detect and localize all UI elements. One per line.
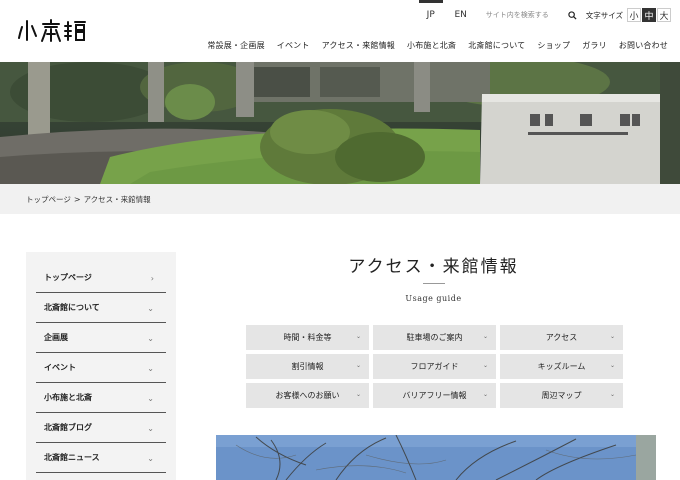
sidebar-item-news[interactable]: 北斎館ニュース ⌄	[36, 443, 166, 473]
font-size-medium-button[interactable]: 中	[642, 8, 656, 22]
chevron-down-icon: ⌄	[147, 304, 154, 313]
sidebar-item-blog[interactable]: 北斎館ブログ ⌄	[36, 413, 166, 443]
breadcrumb-current: アクセス・来館情報	[83, 194, 151, 204]
sidebar-item-events[interactable]: イベント ⌄	[36, 353, 166, 383]
sidebar-item-label: トップページ	[44, 272, 92, 282]
chevron-down-icon: ⌄	[147, 424, 154, 433]
chevron-down-icon: ⌄	[482, 333, 488, 340]
chevron-down-icon: ⌄	[609, 391, 615, 398]
chevron-down-icon: ⌄	[609, 333, 615, 340]
global-nav: 常設展・企画展 イベント アクセス・来館情報 小布施と北斎 北斎館について ショ…	[195, 38, 668, 52]
font-size-small-button[interactable]: 小	[627, 8, 641, 22]
sidebar-item-label: 北斎館について	[44, 302, 100, 312]
nav-contact[interactable]: お問い合わせ	[619, 40, 668, 51]
nav-garari[interactable]: ガラリ	[582, 40, 607, 51]
sidebar-item-top[interactable]: トップページ ›	[36, 263, 166, 293]
site-logo[interactable]	[18, 18, 88, 44]
site-header: JP EN サイト内を検索する 文字サイズ 小 中 大 常設展・企画展 イベント…	[0, 0, 680, 62]
sidebar-item-label: 北斎館ブログ	[44, 422, 92, 432]
nav-about[interactable]: 北斎館について	[468, 40, 525, 51]
chevron-down-icon: ⌄	[147, 454, 154, 463]
logo-mark-icon	[18, 19, 86, 42]
chevron-down-icon: ⌄	[355, 362, 361, 369]
nav-obuse-hokusai[interactable]: 小布施と北斎	[407, 40, 456, 51]
chevron-down-icon: ⌄	[147, 334, 154, 343]
nav-shop[interactable]: ショップ	[537, 40, 570, 51]
hero-image	[0, 62, 680, 184]
guide-floor-button[interactable]: フロアガイド ⌄	[373, 354, 496, 379]
guide-parking-button[interactable]: 駐車場のご案内 ⌄	[373, 325, 496, 350]
guide-area-map-button[interactable]: 周辺マップ ⌄	[500, 383, 623, 408]
sidebar-menu: トップページ › 北斎館について ⌄ 企画展 ⌄ イベント ⌄ 小布施と北斎 ⌄…	[26, 252, 176, 480]
guide-button-grid: 時間・料金等 ⌄ 駐車場のご案内 ⌄ アクセス ⌄ 割引情報 ⌄ フロアガイド ⌄ キッズ…	[246, 325, 623, 408]
guide-requests-button[interactable]: お客様へのお願い ⌄	[246, 383, 369, 408]
title-divider	[423, 283, 445, 284]
sidebar-item-about[interactable]: 北斎館について ⌄	[36, 293, 166, 323]
sidebar-item-label: 小布施と北斎	[44, 392, 92, 402]
page-title: アクセス・来館情報	[348, 257, 519, 277]
breadcrumb: トップページ > アクセス・来館情報	[0, 184, 680, 214]
chevron-down-icon: ⌄	[355, 333, 361, 340]
sidebar-item-label: 北斎館ニュース	[44, 452, 100, 462]
page-subtitle: Usage guide	[405, 294, 462, 303]
guide-hours-fees-button[interactable]: 時間・料金等 ⌄	[246, 325, 369, 350]
lang-jp-link[interactable]: JP	[416, 0, 446, 30]
chevron-down-icon: ⌄	[482, 362, 488, 369]
utility-bar: JP EN サイト内を検索する 文字サイズ 小 中 大	[416, 0, 680, 30]
chevron-down-icon: ⌄	[147, 394, 154, 403]
font-size-label: 文字サイズ	[585, 10, 623, 20]
nav-access[interactable]: アクセス・来館情報	[322, 40, 395, 51]
breadcrumb-separator: >	[73, 194, 81, 204]
guide-discount-button[interactable]: 割引情報 ⌄	[246, 354, 369, 379]
font-size-large-button[interactable]: 大	[657, 8, 671, 22]
building-exterior-photo	[216, 435, 656, 480]
chevron-down-icon: ⌄	[609, 362, 615, 369]
breadcrumb-home-link[interactable]: トップページ	[26, 194, 71, 205]
search-input[interactable]: サイト内を検索する	[486, 10, 549, 20]
sidebar-item-label: イベント	[44, 362, 76, 372]
sidebar-item-label: 企画展	[44, 332, 68, 342]
guide-access-button[interactable]: アクセス ⌄	[500, 325, 623, 350]
chevron-right-icon: ›	[150, 274, 154, 283]
guide-barrier-free-button[interactable]: バリアフリー情報 ⌄	[373, 383, 496, 408]
chevron-down-icon: ⌄	[147, 364, 154, 373]
chevron-down-icon: ⌄	[355, 391, 361, 398]
sidebar-item-exhibition[interactable]: 企画展 ⌄	[36, 323, 166, 353]
sidebar-item-obuse[interactable]: 小布施と北斎 ⌄	[36, 383, 166, 413]
guide-kids-room-button[interactable]: キッズルーム ⌄	[500, 354, 623, 379]
nav-events[interactable]: イベント	[277, 40, 310, 51]
search-icon[interactable]	[566, 5, 580, 25]
lang-en-link[interactable]: EN	[446, 0, 476, 30]
nav-exhibitions[interactable]: 常設展・企画展	[207, 40, 264, 51]
site-search[interactable]: サイト内を検索する	[486, 5, 566, 25]
chevron-down-icon: ⌄	[482, 391, 488, 398]
